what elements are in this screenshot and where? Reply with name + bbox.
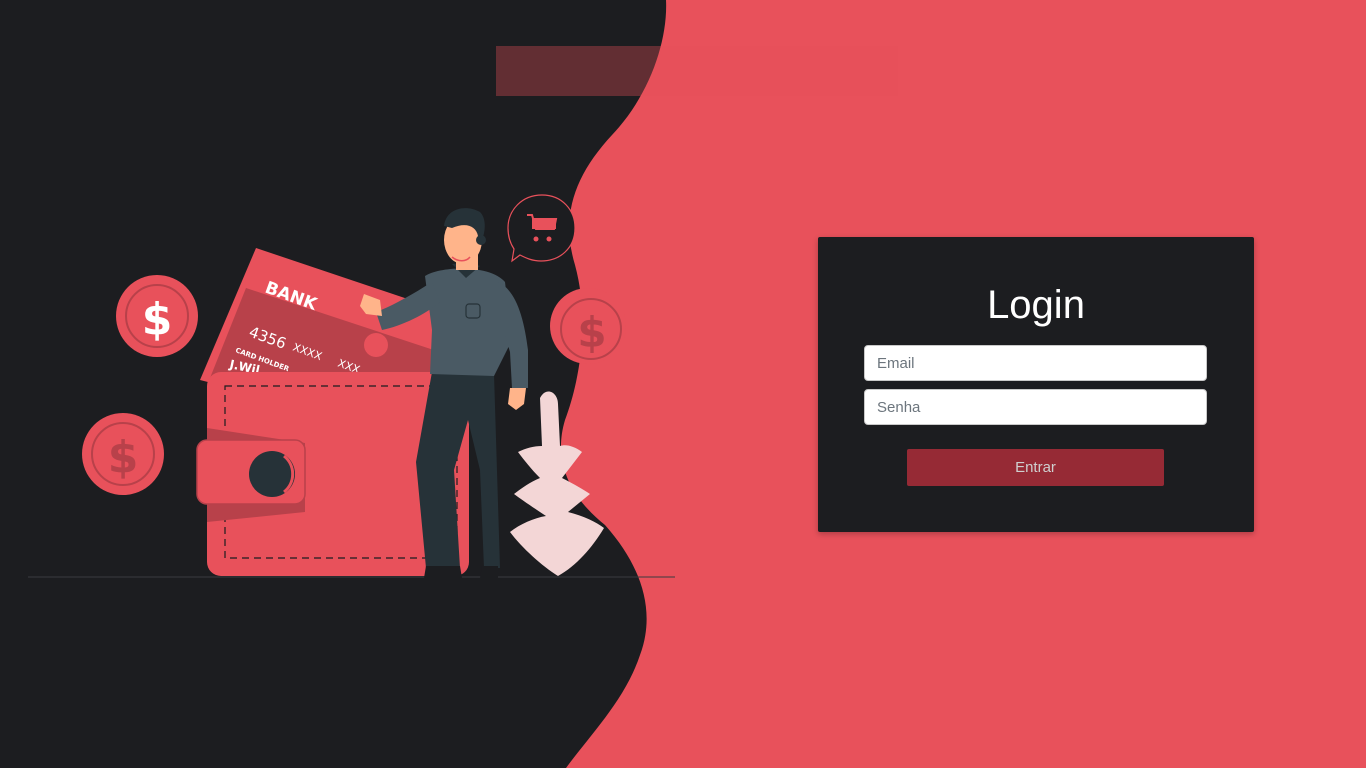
login-card: Login Entrar (818, 237, 1254, 532)
dollar-coin-icon: $ (116, 275, 198, 357)
email-input[interactable] (864, 345, 1207, 381)
shopping-cart-icon (507, 194, 576, 263)
password-input[interactable] (864, 389, 1207, 425)
login-title: Login (987, 283, 1085, 327)
finance-illustration: $ $ $ BANK 4356 XXXX XXX CARD HOLDER J.W… (28, 194, 675, 578)
dollar-coin-icon: $ (82, 413, 164, 495)
svg-text:$: $ (577, 308, 606, 357)
login-submit-button[interactable]: Entrar (907, 449, 1164, 486)
down-arrow-icon (510, 391, 604, 576)
svg-text:$: $ (142, 294, 173, 345)
dollar-coin-icon: $ (550, 288, 626, 364)
svg-text:$: $ (108, 432, 139, 483)
